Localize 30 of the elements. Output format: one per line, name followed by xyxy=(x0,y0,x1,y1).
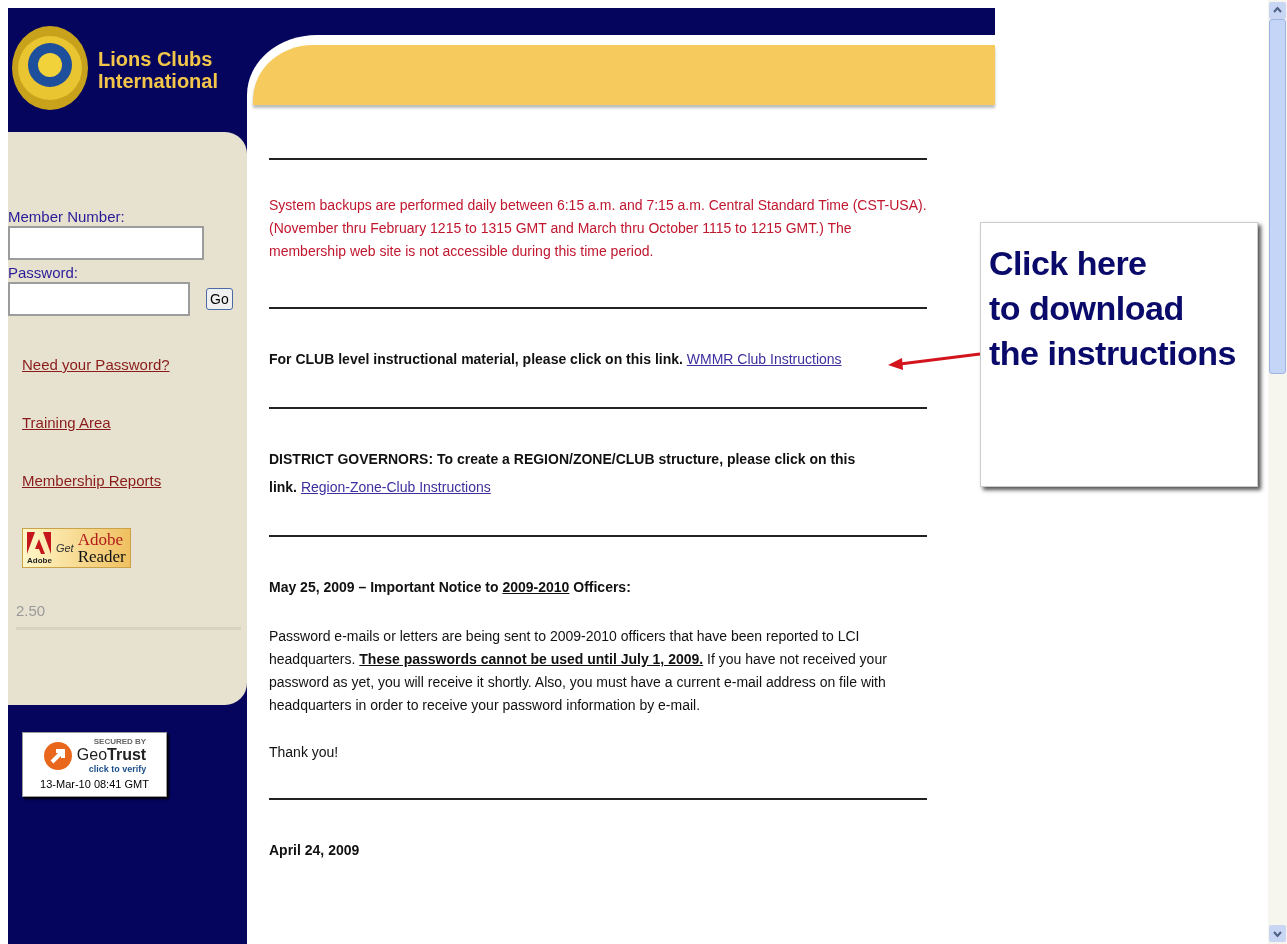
product-name: Adobe xyxy=(77,531,124,548)
product-name: Reader xyxy=(77,548,126,565)
timestamp: 13-Mar-10 08:41 GMT xyxy=(40,778,149,790)
sidebar-link[interactable]: Membership Reports xyxy=(22,468,162,494)
get-label: Get xyxy=(55,542,74,554)
geotrust-seal[interactable]: SECURED BY GeoTrust click to verify 13-Mar-10 08:41 GMT xyxy=(22,732,167,797)
brand-name: GeoTrust xyxy=(76,746,147,764)
brand-name: Lions Clubs xyxy=(98,48,214,70)
brand-name: International xyxy=(98,70,218,92)
member-number-label: Member Number: xyxy=(8,208,125,226)
instruction-text: For CLUB level instructional material, please click on this link. WMMR Club Instructions xyxy=(269,350,842,369)
sidebar-link[interactable]: Need your Password? xyxy=(22,352,170,378)
notice-date: April 24, 2009 xyxy=(269,841,360,860)
maintenance-notice: System backups are performed daily between 6:15 a.m. and 7:15 a.m. Central Standard Time (CST-USA). (November thru February 1215 to 1315 GMT and March thru October 1115 to 1215 GMT.) The membership web site is not accessible during this time period. xyxy=(269,196,927,261)
closing-text: Thank you! xyxy=(269,743,340,762)
verify-link[interactable]: click to verify xyxy=(88,764,147,774)
instruction-text: DISTRICT GOVERNORS: To create a REGION/ZONE/CLUB structure, please click on this link. Region-Zone-Club Instructions xyxy=(269,450,857,497)
version-number: 2.50 xyxy=(16,602,46,619)
password-label: Password: xyxy=(8,264,79,282)
notice-heading: May 25, 2009 – Important Notice to 2009-2010 Officers: xyxy=(269,578,631,597)
callout-text: to download xyxy=(989,288,1184,329)
secured-by-label: SECURED BY xyxy=(93,737,147,746)
sidebar-link[interactable]: Training Area xyxy=(22,410,111,436)
go-button[interactable]: Go xyxy=(206,288,233,310)
instructions-link[interactable]: WMMR Club Instructions xyxy=(686,351,842,367)
instructions-link[interactable]: Region-Zone-Club Instructions xyxy=(300,479,491,495)
notice-body: Password e-mails or letters are being sent to 2009-2010 officers that have been reported to LCI headquarters. These passwords cannot be used until July 1, 2009. If you have not received your password as yet, you will receive it shortly. Also, you must have a current e-mail address on file with headquarters in order to receive your password information by e-mail. xyxy=(269,627,888,715)
callout-text: the instructions xyxy=(989,333,1237,374)
callout-text: Click here xyxy=(989,243,1147,284)
brand-label: Adobe xyxy=(27,555,52,565)
